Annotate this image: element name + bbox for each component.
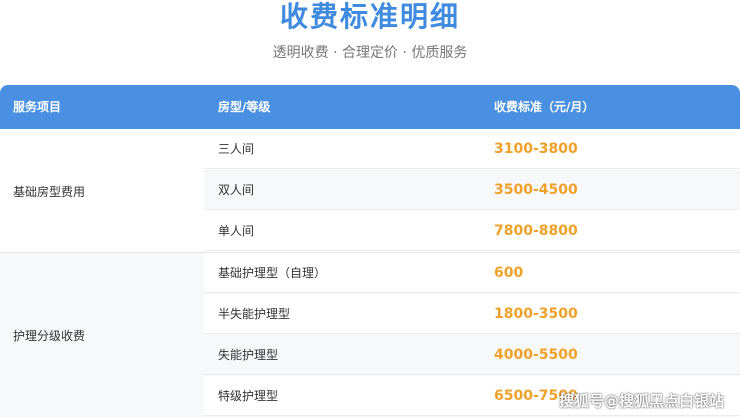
room-type: 单人间 <box>218 224 255 238</box>
care-level: 失能护理型 <box>218 348 279 362</box>
price-value: 4000-5500 <box>494 347 578 363</box>
group-label: 护理分级收费 <box>13 328 86 343</box>
price-value: 7800-8800 <box>494 223 578 239</box>
group-label-cell: 基础房型费用 <box>0 129 204 253</box>
table-row: 基础护理型（自理） 600 <box>204 253 740 293</box>
table-row: 双人间 3500-4500 <box>204 170 740 210</box>
page-title: 收费标准明细 <box>279 0 460 33</box>
fee-group-basic-room: 基础房型费用 三人间 3100-3800 双人间 3500-4500 单人间 7… <box>0 129 740 253</box>
care-level: 特级护理型 <box>218 389 279 403</box>
table-row: 三人间 3100-3800 <box>204 129 740 169</box>
room-type: 双人间 <box>218 183 255 197</box>
watermark: 搜狐号@搜狐黑点白银站 <box>558 392 724 410</box>
group-label-cell: 护理分级收费 <box>0 253 204 417</box>
price-value: 3500-4500 <box>494 182 578 198</box>
group-label: 基础房型费用 <box>13 184 86 199</box>
room-type: 三人间 <box>218 142 255 156</box>
price-value: 1800-3500 <box>494 306 578 322</box>
table-header: 服务项目 房型/等级 收费标准（元/月） <box>0 85 740 129</box>
table-row: 半失能护理型 1800-3500 <box>204 294 740 334</box>
column-header-fee: 收费标准（元/月） <box>494 100 595 114</box>
care-level: 基础护理型（自理） <box>218 266 327 280</box>
care-level: 半失能护理型 <box>218 307 291 321</box>
fee-table: 服务项目 房型/等级 收费标准（元/月） 基础房型费用 三人间 3100-380… <box>0 85 740 417</box>
table-row: 单人间 7800-8800 <box>204 211 740 251</box>
table-row: 失能护理型 4000-5500 <box>204 335 740 375</box>
price-value: 600 <box>494 265 524 281</box>
column-header-service: 服务项目 <box>13 100 62 114</box>
column-header-room-type: 房型/等级 <box>218 100 271 114</box>
page-subtitle: 透明收费 · 合理定价 · 优质服务 <box>272 45 468 61</box>
price-value: 3100-3800 <box>494 141 578 157</box>
